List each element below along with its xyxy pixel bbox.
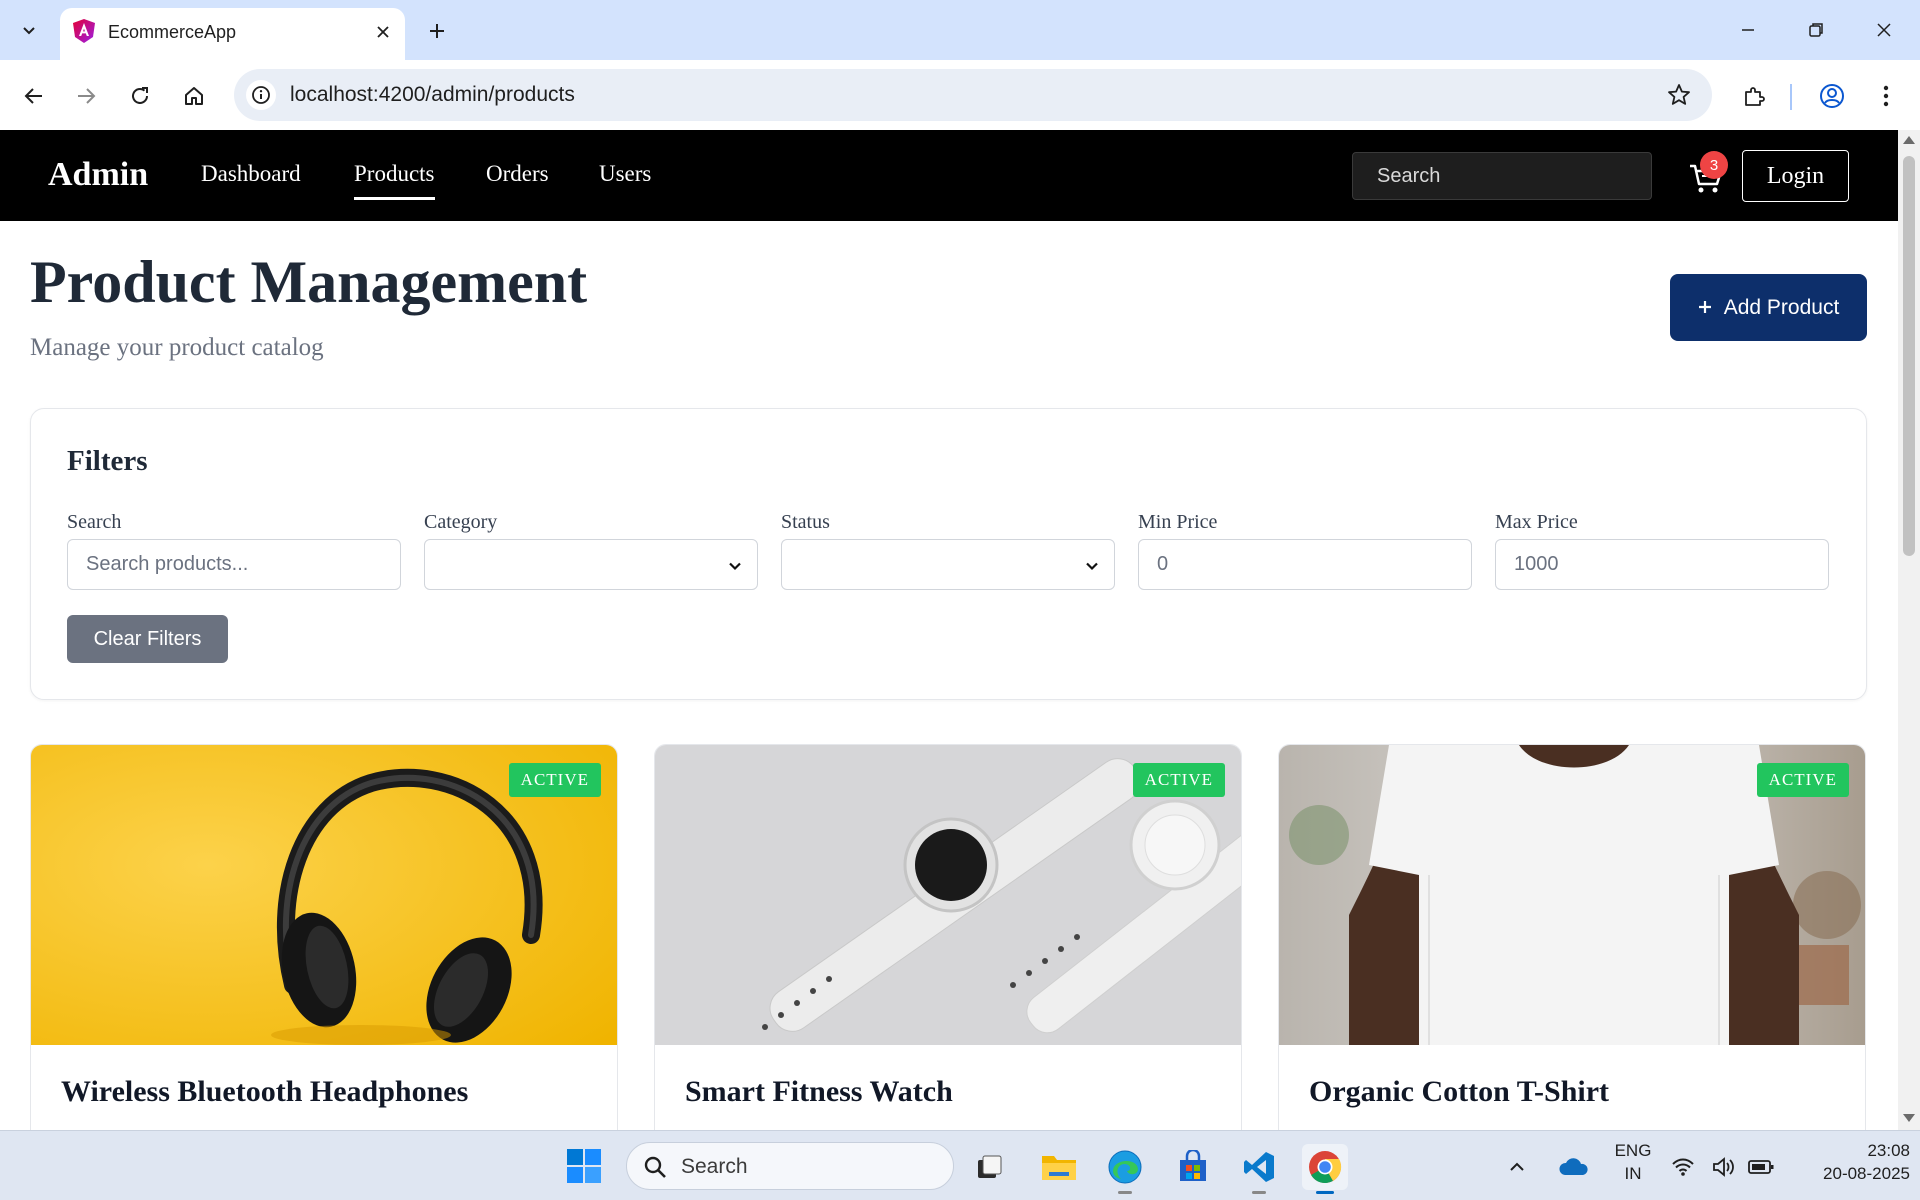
nav-search-input[interactable] — [1352, 152, 1652, 200]
max-price-label: Max Price — [1495, 511, 1578, 533]
scroll-thumb[interactable] — [1903, 156, 1915, 556]
windows-taskbar: Search ENG IN 23:08 20-08-2025 — [0, 1130, 1920, 1200]
app-active-indicator — [1316, 1191, 1334, 1194]
product-search-placeholder: Search products... — [86, 553, 249, 575]
home-icon[interactable] — [174, 76, 214, 116]
plus-icon — [1698, 296, 1712, 320]
product-card[interactable]: ACTIVE Smart Fitness Watch — [654, 744, 1242, 1130]
edge-browser-icon[interactable] — [1102, 1144, 1148, 1194]
app-running-indicator — [1118, 1191, 1132, 1194]
search-label: Search — [67, 511, 122, 533]
close-window-icon[interactable] — [1860, 10, 1908, 50]
microsoft-store-icon[interactable] — [1170, 1144, 1216, 1190]
forward-arrow-icon[interactable] — [66, 76, 106, 116]
address-bar[interactable]: localhost:4200/admin/products — [234, 69, 1712, 121]
reload-icon[interactable] — [120, 76, 160, 116]
chevron-up-icon[interactable] — [1502, 1144, 1532, 1190]
file-explorer-icon[interactable] — [1036, 1144, 1082, 1190]
min-price-label: Min Price — [1138, 511, 1218, 533]
tab-title: EcommerceApp — [108, 22, 237, 42]
search-icon — [643, 1155, 667, 1184]
volume-icon[interactable] — [1708, 1144, 1738, 1190]
new-tab-plus-icon[interactable] — [420, 14, 454, 48]
app-running-indicator — [1252, 1191, 1266, 1194]
extensions-puzzle-icon[interactable] — [1734, 76, 1774, 116]
angular-favicon-icon — [72, 18, 96, 49]
add-product-label: Add Product — [1723, 295, 1840, 319]
chevron-down-icon — [1084, 557, 1100, 580]
product-name[interactable]: Organic Cotton T-Shirt — [1309, 1075, 1609, 1109]
clock-date[interactable]: 20-08-2025 — [1790, 1164, 1910, 1184]
category-select[interactable] — [424, 539, 758, 590]
nav-link-users[interactable]: Users — [599, 161, 651, 187]
page-viewport: Admin Dashboard Products Orders Users 3 … — [0, 130, 1898, 1130]
product-card[interactable]: ACTIVE Organic Cotton T-Shirt — [1278, 744, 1866, 1130]
browser-tab-strip: EcommerceApp — [0, 0, 1920, 60]
page-scrollbar[interactable] — [1898, 130, 1920, 1130]
category-label: Category — [424, 511, 498, 533]
minimize-icon[interactable] — [1724, 10, 1772, 50]
product-name[interactable]: Smart Fitness Watch — [685, 1075, 953, 1109]
scroll-up-arrow-icon[interactable] — [1903, 136, 1915, 144]
language-indicator-line2[interactable]: IN — [1608, 1164, 1658, 1184]
onedrive-cloud-icon[interactable] — [1554, 1144, 1594, 1190]
taskbar-search-box[interactable]: Search — [626, 1142, 954, 1190]
max-price-placeholder: 1000 — [1514, 553, 1559, 575]
app-navbar: Admin Dashboard Products Orders Users 3 … — [0, 130, 1898, 221]
login-button[interactable]: Login — [1742, 150, 1849, 202]
cart-count-badge: 3 — [1700, 151, 1728, 179]
chrome-browser-icon[interactable] — [1302, 1144, 1348, 1194]
taskbar-search-placeholder: Search — [681, 1155, 748, 1178]
min-price-placeholder: 0 — [1157, 553, 1169, 575]
product-image-tshirt: ACTIVE — [1279, 745, 1865, 1045]
product-image-smartwatch: ACTIVE — [655, 745, 1241, 1045]
language-indicator-line1[interactable]: ENG — [1608, 1141, 1658, 1161]
page-title: Product Management — [30, 249, 588, 315]
tab-search-chevron-icon[interactable] — [10, 12, 48, 48]
min-price-input[interactable]: 0 — [1138, 539, 1472, 590]
product-name[interactable]: Wireless Bluetooth Headphones — [61, 1075, 468, 1109]
clock-time[interactable]: 23:08 — [1790, 1141, 1910, 1161]
toolbar-divider — [1790, 84, 1792, 110]
profile-avatar-icon[interactable] — [1812, 76, 1852, 116]
task-view-icon[interactable] — [966, 1144, 1012, 1190]
tab-close-icon[interactable] — [371, 20, 395, 44]
kebab-menu-icon[interactable] — [1866, 76, 1906, 116]
nav-link-dashboard[interactable]: Dashboard — [201, 161, 301, 187]
url-text: localhost:4200/admin/products — [290, 83, 575, 106]
add-product-button[interactable]: Add Product — [1670, 274, 1867, 341]
page-subtitle: Manage your product catalog — [30, 334, 324, 361]
brand-logo[interactable]: Admin — [48, 156, 148, 194]
max-price-input[interactable]: 1000 — [1495, 539, 1829, 590]
site-info-icon[interactable] — [246, 80, 276, 110]
nav-link-orders[interactable]: Orders — [486, 161, 549, 187]
filters-title: Filters — [67, 445, 148, 477]
status-label: Status — [781, 511, 830, 533]
status-select[interactable] — [781, 539, 1115, 590]
wifi-icon[interactable] — [1668, 1144, 1698, 1190]
restore-icon[interactable] — [1792, 10, 1840, 50]
filters-card: Filters Search Search products... Catego… — [30, 408, 1867, 700]
back-arrow-icon[interactable] — [14, 76, 54, 116]
product-card[interactable]: ACTIVE Wireless Bluetooth Headphones — [30, 744, 618, 1130]
bookmark-star-icon[interactable] — [1666, 82, 1692, 113]
vscode-icon[interactable] — [1236, 1144, 1282, 1194]
battery-icon[interactable] — [1746, 1144, 1776, 1190]
nav-link-products[interactable]: Products — [354, 161, 435, 200]
browser-toolbar: localhost:4200/admin/products — [0, 60, 1920, 130]
clear-filters-button[interactable]: Clear Filters — [67, 615, 228, 663]
browser-tab[interactable]: EcommerceApp — [60, 8, 405, 60]
product-search-input[interactable]: Search products... — [67, 539, 401, 590]
product-image-headphones: ACTIVE — [31, 745, 617, 1045]
status-badge: ACTIVE — [1132, 763, 1225, 797]
scroll-down-arrow-icon[interactable] — [1903, 1114, 1915, 1122]
windows-start-icon[interactable] — [566, 1148, 602, 1189]
status-badge: ACTIVE — [508, 763, 601, 797]
status-badge: ACTIVE — [1756, 763, 1849, 797]
chevron-down-icon — [727, 557, 743, 580]
